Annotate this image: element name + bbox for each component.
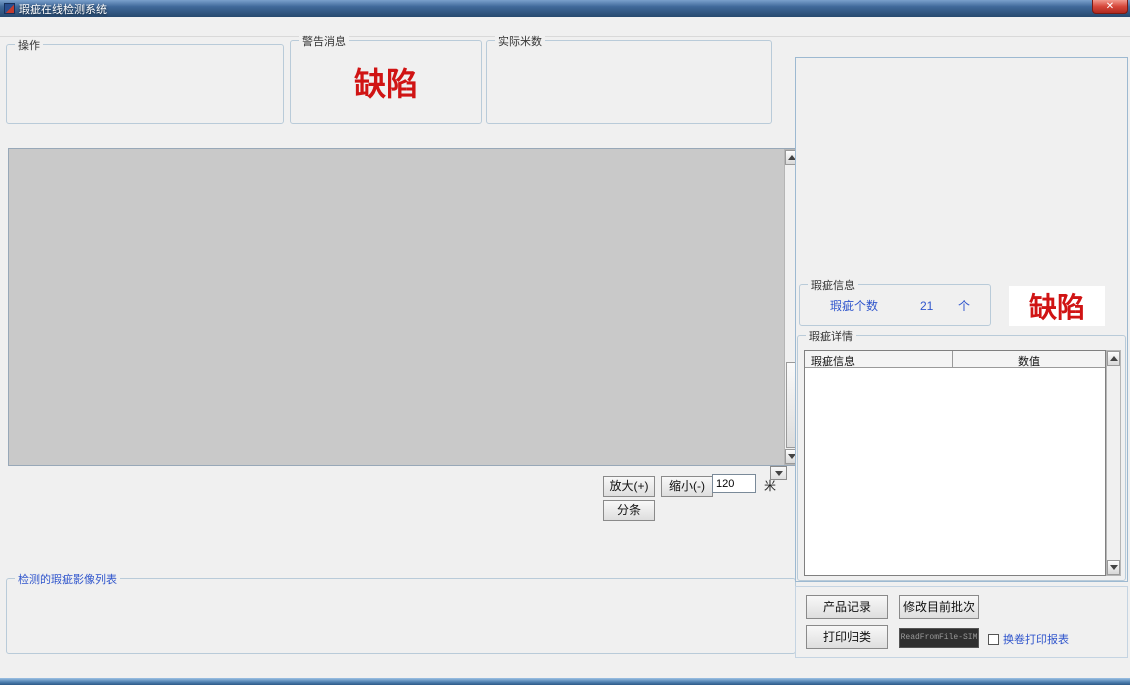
reprint-checkbox-label: 换卷打印报表 — [1003, 631, 1069, 647]
defect-summary-group: 瑕疵信息 瑕疵个数 21 个 — [799, 284, 991, 326]
app-window: 瑕疵在线检测系统 ✕ 操作 警告消息 缺陷 实际米数 放大(+) 缩小(-) 米… — [0, 0, 1130, 685]
menu-bar — [0, 17, 1130, 37]
detail-scroll-down-icon[interactable] — [1107, 560, 1120, 575]
window-bottom-border — [0, 678, 1130, 685]
reprint-on-roll-change: 换卷打印报表 — [988, 631, 1069, 647]
warning-group: 警告消息 缺陷 — [290, 40, 482, 124]
warning-message: 缺陷 — [354, 59, 418, 105]
read-from-file-sim-button[interactable]: ReadFromFile-SIM — [899, 628, 979, 648]
basic-info-panel: 瑕疵信息 瑕疵个数 21 个 缺陷 瑕疵详情 瑕疵信息 数值 — [795, 57, 1128, 582]
window-title: 瑕疵在线检测系统 — [19, 1, 107, 17]
warning-group-label: 警告消息 — [299, 33, 349, 49]
detail-scroll-up-icon[interactable] — [1107, 351, 1120, 366]
defect-image-list-label: 检测的瑕疵影像列表 — [15, 571, 120, 587]
reprint-checkbox[interactable] — [988, 634, 999, 645]
zoom-out-button[interactable]: 缩小(-) — [661, 476, 713, 497]
operation-buttons — [7, 45, 283, 59]
defect-detail-group: 瑕疵详情 瑕疵信息 数值 — [797, 335, 1126, 581]
defect-count-unit: 个 — [958, 297, 970, 314]
title-bar: 瑕疵在线检测系统 — [0, 0, 1130, 17]
product-record-button[interactable]: 产品记录 — [806, 595, 888, 619]
operation-group: 操作 — [6, 44, 284, 124]
defect-summary-label: 瑕疵信息 — [808, 277, 858, 293]
defect-alert-box: 缺陷 — [1009, 286, 1105, 326]
defect-count-label: 瑕疵个数 — [830, 297, 920, 314]
distribution-chart-area — [8, 148, 800, 466]
status-bar — [0, 660, 1130, 678]
app-icon — [4, 3, 15, 14]
detail-col-value: 数值 — [953, 351, 1105, 367]
defect-alert-text: 缺陷 — [1029, 286, 1085, 326]
defect-detail-label: 瑕疵详情 — [806, 328, 856, 344]
defect-image-list-group: 检测的瑕疵影像列表 — [6, 578, 796, 654]
detail-table-scrollbar[interactable] — [1106, 350, 1121, 576]
scale-input[interactable] — [712, 474, 756, 493]
meters-group: 实际米数 — [486, 40, 772, 124]
defect-detail-table: 瑕疵信息 数值 — [804, 350, 1106, 576]
defect-count-value: 21 — [920, 299, 958, 313]
actions-box: 产品记录 修改目前批次 打印归类 ReadFromFile-SIM 换卷打印报表 — [795, 586, 1128, 658]
operation-group-label: 操作 — [15, 37, 43, 53]
defect-detail-header: 瑕疵信息 数值 — [805, 351, 1105, 368]
meters-group-label: 实际米数 — [495, 33, 545, 49]
close-button[interactable]: ✕ — [1092, 0, 1128, 14]
print-sort-button[interactable]: 打印归类 — [806, 625, 888, 649]
zoom-in-button[interactable]: 放大(+) — [603, 476, 655, 497]
legend-scroll-button[interactable] — [770, 466, 787, 480]
modify-batch-button[interactable]: 修改目前批次 — [899, 595, 979, 619]
detail-col-info: 瑕疵信息 — [805, 351, 953, 367]
split-button[interactable]: 分条 — [603, 500, 655, 521]
